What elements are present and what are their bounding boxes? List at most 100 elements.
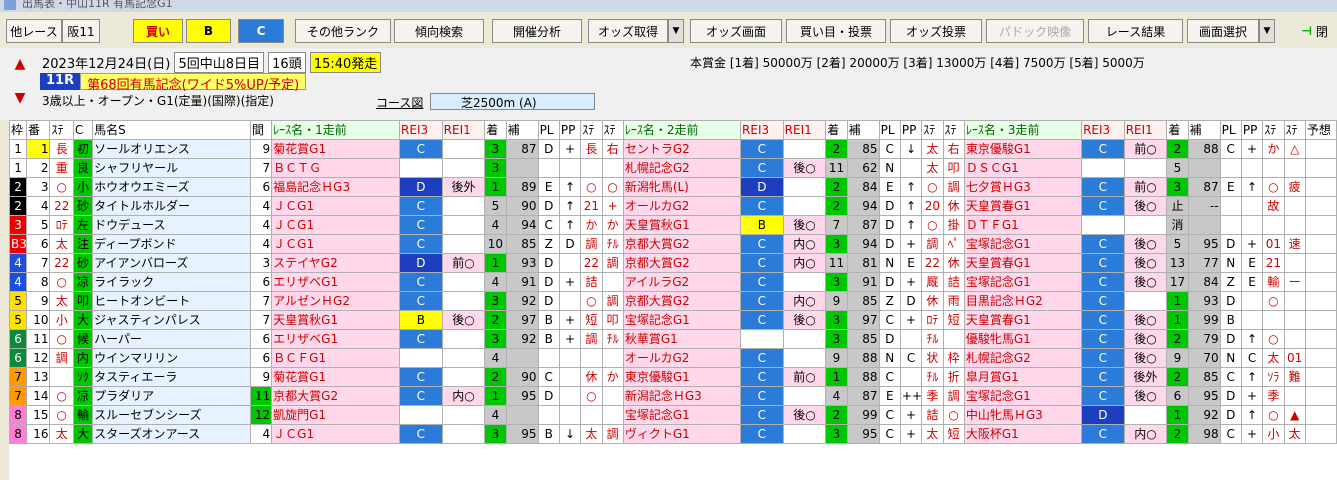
- rank-c-button[interactable]: C: [238, 19, 284, 43]
- column-header[interactable]: ﾚｰｽ名・2走前: [622, 120, 742, 140]
- trend-search-button[interactable]: 傾向検索: [394, 19, 484, 43]
- pl-cell: D: [1219, 234, 1242, 254]
- close-button[interactable]: ⊣ 閉: [1292, 19, 1337, 43]
- pp-cell: +: [899, 234, 923, 254]
- race-select-button[interactable]: 阪11: [62, 19, 100, 43]
- column-header[interactable]: 間: [249, 120, 273, 140]
- odds-vote-button[interactable]: オッズ投票: [890, 19, 982, 43]
- column-header[interactable]: PP: [1240, 120, 1264, 140]
- rank-b-button[interactable]: B: [186, 19, 231, 43]
- table-row[interactable]: 4 8 ○ 凉ライラック 6 エリザベG1 C 4 91 D + 詰アイルラG2 C 3 91 D + 厩詰宝塚記…: [8, 272, 1337, 292]
- pl-cell: C: [1219, 139, 1242, 159]
- pp-cell: +: [558, 272, 582, 292]
- column-header[interactable]: REI3: [1081, 120, 1125, 140]
- stable-cell: +: [601, 196, 624, 216]
- table-row[interactable]: 5 9 太叩ヒートオンビート 7 アルゼンＨG2 C 3 92 D ○ 調京都大賞G2 C 内○ 9 85 Z…: [8, 291, 1337, 311]
- screen-select-dropdown-icon[interactable]: ▼: [1259, 19, 1275, 43]
- column-header[interactable]: 着: [825, 120, 848, 140]
- stable-cell: 詰: [580, 272, 603, 292]
- table-row[interactable]: 1 1 長初ソールオリエンス 9 菊花賞G1 C 3 87 D + 長右セントラG2 C 2 85 C ↓ 太右…: [8, 139, 1337, 159]
- column-header[interactable]: ｽﾃ: [921, 120, 944, 140]
- odds-get-dropdown-icon[interactable]: ▼: [668, 19, 684, 43]
- next-race-icon[interactable]: ▼: [10, 86, 30, 110]
- table-row[interactable]: 2 4 22 砂タイトルホルダー 4 ＪＣG1 C 5 90 D ↑ 21 + オールカG2 C 2 94 D ↑ 2…: [8, 196, 1337, 216]
- column-header[interactable]: REI1: [441, 120, 486, 140]
- table-row[interactable]: 1 2 重良シャフリヤール 7 ＢＣＴＧ 3 札幌記念G2 C 後○ 11 62 N 太叩 ＤＳＣG1 5: [8, 158, 1337, 178]
- finish-cell: 2: [825, 139, 848, 159]
- column-header[interactable]: 番: [26, 120, 51, 140]
- stable-cell: 小: [1262, 424, 1285, 444]
- table-row[interactable]: B3 6 太注ディープボンド 4 ＪＣG1 C 10 85 Z D 調ﾁﾙ 京都大賞G2 C 内○ 3 94 D…: [8, 234, 1337, 254]
- pl-cell: C: [878, 405, 901, 425]
- hosei-cell: [1187, 158, 1221, 178]
- table-row[interactable]: 5 10 小大ジャスティンパレス 7 天皇賞秋G1 B 後○ 2 97 B + 短叩宝塚記念G1 C 後○…: [8, 310, 1337, 330]
- column-header[interactable]: 補: [1187, 120, 1221, 140]
- column-header[interactable]: ｽﾃ: [49, 120, 74, 140]
- column-header[interactable]: ﾚｰｽ名・1走前: [271, 120, 401, 140]
- column-header[interactable]: 予想: [1304, 120, 1337, 140]
- column-header[interactable]: REI3: [740, 120, 784, 140]
- odds-get-button[interactable]: オッズ取得: [588, 19, 668, 43]
- column-header[interactable]: ﾚｰｽ名・3走前: [963, 120, 1083, 140]
- column-header[interactable]: 着: [1166, 120, 1189, 140]
- stable-cell: 調: [942, 177, 965, 197]
- hosei-cell: 94: [846, 196, 880, 216]
- column-header[interactable]: PL: [878, 120, 901, 140]
- column-header[interactable]: PP: [899, 120, 923, 140]
- waku-cell: 1: [8, 139, 28, 159]
- finish-cell: 2: [1166, 367, 1189, 387]
- finish-cell: 3: [825, 272, 848, 292]
- column-header[interactable]: 馬名S: [92, 120, 251, 140]
- paddock-video-button[interactable]: パドック映像: [986, 19, 1084, 43]
- column-header[interactable]: REI3: [399, 120, 443, 140]
- buy-button[interactable]: 買い: [133, 19, 183, 43]
- pp-cell: ↑: [1240, 177, 1264, 197]
- pl-cell: [1219, 215, 1242, 235]
- code-cell: 左: [72, 215, 94, 235]
- other-rank-button[interactable]: その他ランク: [295, 19, 391, 43]
- table-row[interactable]: 7 13 ｿｸ タスティエーラ 9 菊花賞G1 C 2 90 C 休か東京優駿G1 C 前○ 1 88 C ﾁﾙ…: [8, 367, 1337, 387]
- stable-cell: ﾁﾙ: [921, 329, 944, 349]
- race-name-cell: ＪＣG1: [271, 424, 401, 444]
- pp-cell: [558, 386, 582, 406]
- column-header[interactable]: PL: [1219, 120, 1242, 140]
- column-header[interactable]: 着: [484, 120, 507, 140]
- race-name-cell: ＪＣG1: [271, 215, 401, 235]
- column-header[interactable]: 枠: [8, 120, 28, 140]
- prev-race-icon[interactable]: ▲: [10, 52, 30, 76]
- column-header[interactable]: ｽﾃ: [1283, 120, 1306, 140]
- race-result-button[interactable]: レース結果: [1088, 19, 1183, 43]
- table-row[interactable]: 8 15 ○ 輸スルーセブンシーズ 12 凱旋門G1 4 宝塚記念G1 C 後○ 2 99 C + 詰 ○ 中山…: [8, 405, 1337, 425]
- screen-select-button[interactable]: 画面選択: [1187, 19, 1259, 43]
- column-header[interactable]: ｽﾃ: [601, 120, 624, 140]
- finish-cell: 3: [484, 158, 507, 178]
- table-row[interactable]: 6 12 調内ウインマリリン 6 ＢＣＦG1 4 オールカG2 C 9 88 N C 状枠札幌記念G2 C…: [8, 348, 1337, 368]
- column-header[interactable]: PL: [537, 120, 560, 140]
- table-row[interactable]: 7 14 ○ 凉プラダリア 11 京都大賞G2 C 内○ 1 95 D ○ 新潟記念ＨG3 C 4 87 E ++…: [8, 386, 1337, 406]
- meeting-analysis-button[interactable]: 開催分析: [492, 19, 582, 43]
- table-row[interactable]: 2 3 ○ 小ホウオウエミーズ 6 福島記念ＨG3 D 後外 1 89 E ↑ ○ ○ 新潟牝馬(L) D 2 8…: [8, 177, 1337, 197]
- prediction-cell: [1304, 367, 1337, 387]
- table-row[interactable]: 6 11 ○ 候ハーパー 6 エリザベG1 C 3 92 B + 調ﾁﾙ 秋華賞G1 3 85 D ﾁﾙ 優駿牝馬…: [8, 329, 1337, 349]
- table-row[interactable]: 3 5 ﾛﾃ左ドウデュース 4 ＪＣG1 C 4 94 C ↑ かか天皇賞秋G1 B 後○ 7 87 D ↑ ○ 掛…: [8, 215, 1337, 235]
- column-header[interactable]: PP: [558, 120, 582, 140]
- mark-cell: ○: [49, 272, 74, 292]
- column-header[interactable]: REI1: [1123, 120, 1168, 140]
- bet-vote-button[interactable]: 買い目・投票: [786, 19, 886, 43]
- column-header[interactable]: ｽﾃ: [580, 120, 603, 140]
- table-row[interactable]: 8 16 太大スターズオンアース 4 ＪＣG1 C 3 95 B ↓ 太調ヴィクトG1 C 3 95 C + 太…: [8, 424, 1337, 444]
- column-header[interactable]: C: [72, 120, 94, 140]
- app-icon: [4, 0, 16, 10]
- course-map-link[interactable]: コース図: [376, 94, 423, 111]
- table-row[interactable]: 4 7 22 砂アイアンバローズ 3 ステイヤG2 D 前○ 1 93 D 22 調京都大賞G2 C 内○ 1…: [8, 253, 1337, 273]
- table-header: 枠番ｽﾃ C 馬名S 間ﾚｰｽ名・1走前 REI3 REI1 着補 PL PP ｽﾃ ｽﾃ ﾚｰｽ名・…: [8, 120, 1337, 140]
- pl-cell: B: [1219, 310, 1242, 330]
- other-race-button[interactable]: 他レース: [6, 19, 62, 43]
- column-header[interactable]: ｽﾃ: [1262, 120, 1285, 140]
- rei1-cell: 後○: [1123, 310, 1168, 330]
- column-header[interactable]: 補: [846, 120, 880, 140]
- odds-view-button[interactable]: オッズ画面: [690, 19, 782, 43]
- column-header[interactable]: ｽﾃ: [942, 120, 965, 140]
- column-header[interactable]: 補: [505, 120, 539, 140]
- column-header[interactable]: REI1: [782, 120, 827, 140]
